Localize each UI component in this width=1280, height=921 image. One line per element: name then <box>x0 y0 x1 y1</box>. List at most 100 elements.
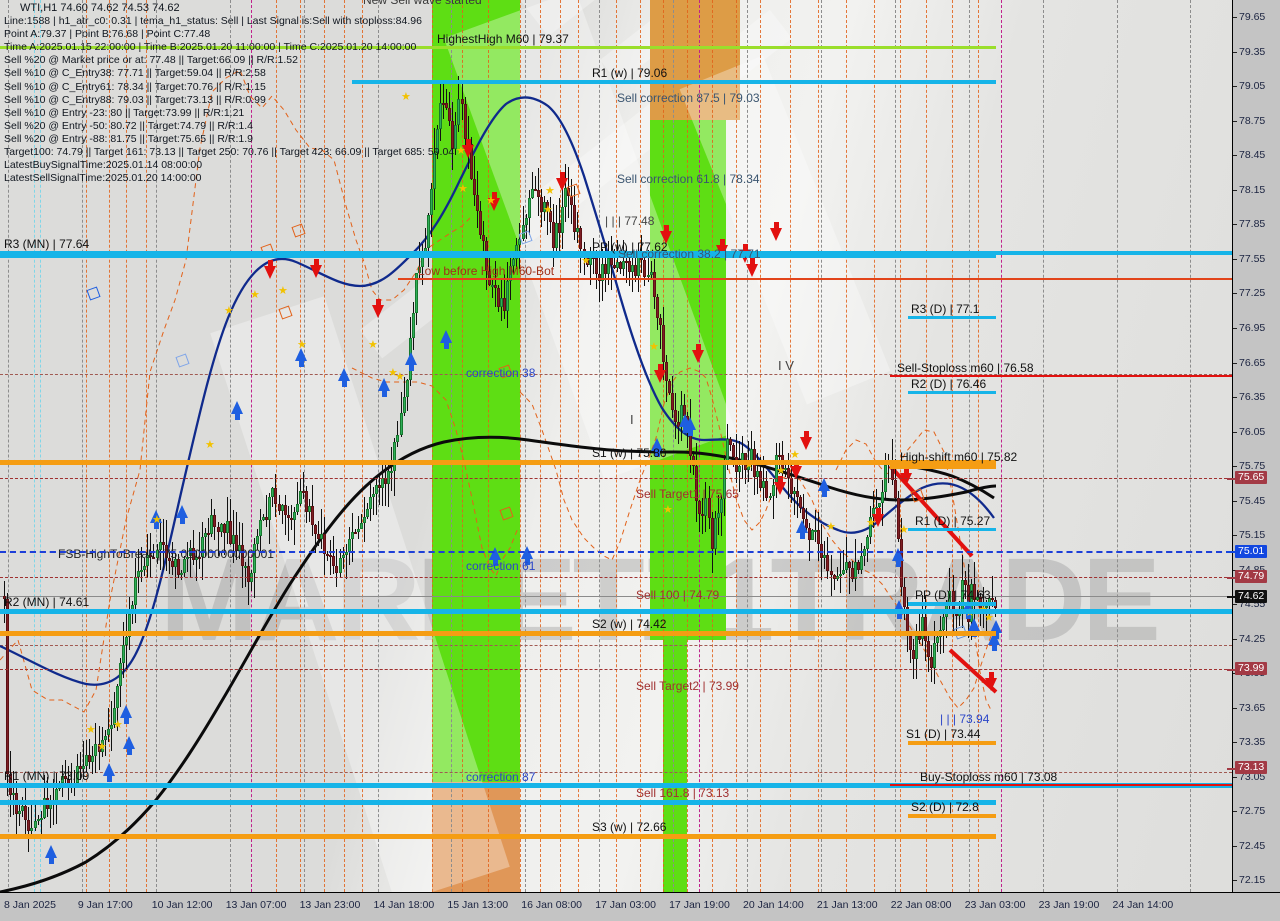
buy-arrow-16-stem <box>687 429 693 436</box>
level-label: S1 (w) | 75.86 <box>592 446 667 460</box>
price-tick-label: 76.65 <box>1239 356 1266 369</box>
level-label: Buy-Stoploss m60 | 73.08 <box>920 770 1058 784</box>
candle-body <box>6 598 9 775</box>
candle-body <box>732 444 735 458</box>
time-tick: 9 Jan 17:00 <box>77 899 133 911</box>
sell-arrow-15-stem <box>875 508 881 515</box>
level-label: | | | 77.48 <box>605 214 655 228</box>
candle-body <box>647 274 650 277</box>
time-tick: 14 Jan 18:00 <box>373 899 435 911</box>
signal-star-4: ★ <box>368 339 378 351</box>
price-tick-label: 76.35 <box>1239 391 1266 404</box>
sell-arrow-9-stem <box>719 239 725 246</box>
signal-star-16: ★ <box>543 204 553 216</box>
buy-arrow-21-stem <box>991 644 997 651</box>
level-label: R3 (MN) | 77.64 <box>4 237 90 251</box>
candle-body <box>40 818 43 821</box>
fractal-envelope-lower <box>519 367 995 709</box>
header-line-1: Point A:79.37 | Point B:76.68 | Point C:… <box>4 28 211 41</box>
candle-body <box>91 756 94 763</box>
candle-body <box>406 380 409 398</box>
buy-arrow-8-stem <box>341 380 347 387</box>
price-badge-sell-161: 73.13 <box>1235 761 1268 775</box>
time-tick: 10 Jan 12:00 <box>151 899 213 911</box>
candle-body <box>579 227 582 250</box>
candle-body <box>427 214 430 249</box>
chart-plot-area[interactable]: MARKETZ1TRADE ★★★★★★★★★★★★★★★★★★★★★★ <box>0 0 1232 892</box>
sell-arrow-17 <box>985 678 997 691</box>
sell-arrow-14 <box>800 437 812 450</box>
signal-star-2: ★ <box>224 305 234 317</box>
candle-body <box>274 488 277 504</box>
candle-body <box>296 504 299 513</box>
signal-star-9: ★ <box>113 719 123 731</box>
candle-wick <box>888 453 889 484</box>
candle-body <box>933 643 936 669</box>
chart-header-info: WTI,H1 74.60 74.62 74.53 74.62 Line:1588 … <box>4 2 454 185</box>
sell-arrow-17-stem <box>988 672 994 679</box>
level-label: R1 (D) | 75.27 <box>915 514 991 528</box>
price-tick-label: 79.65 <box>1239 11 1266 24</box>
signal-star-23: ★ <box>826 521 836 533</box>
time-tick: 13 Jan 07:00 <box>225 899 287 911</box>
level-label: R2 (D) | 76.46 <box>911 377 987 391</box>
candle-body <box>180 573 183 576</box>
level-line-8 <box>398 278 1232 280</box>
level-label: Sell 100 | 74.79 <box>636 588 720 602</box>
candle-body <box>476 195 479 212</box>
candle-body <box>738 465 741 472</box>
price-badge-fsb-high-to-break: 75.01 <box>1235 544 1268 558</box>
sell-arrow-11-stem <box>773 222 779 229</box>
candle-wick <box>321 509 322 550</box>
sell-arrow-16 <box>900 473 912 486</box>
header-line-11: LatestBuySignalTime:2025.01.14 08:00:00 <box>4 159 203 172</box>
sell-arrow-14-stem <box>803 431 809 438</box>
candle-body <box>561 206 564 234</box>
price-axis[interactable]: 79.65 79.35 79.05 78.75 78.45 78.15 77.85 77.55… <box>1227 0 1280 892</box>
candle-wick <box>535 176 536 190</box>
price-tick-label: 76.05 <box>1239 425 1266 438</box>
sell-arrow-8-stem <box>663 225 669 232</box>
level-label: Sell Target2 | 73.99 <box>636 679 739 693</box>
candle-body <box>284 505 287 516</box>
time-tick: 23 Jan 19:00 <box>1038 899 1100 911</box>
price-tick-label: 72.15 <box>1239 874 1266 887</box>
candle-wick <box>19 802 20 827</box>
candle-body <box>698 501 701 515</box>
level-dotted-22 <box>0 668 1232 670</box>
level-line-20 <box>908 602 996 606</box>
level-line-21 <box>0 631 996 636</box>
time-tick: 17 Jan 19:00 <box>669 899 730 911</box>
candle-wick <box>651 261 652 280</box>
time-axis[interactable]: 8 Jan 2025 9 Jan 17:00 10 Jan 12:00 13 Jan … <box>0 892 1280 921</box>
candle-wick <box>330 539 331 576</box>
candle-body <box>704 498 707 517</box>
candle-body <box>799 497 802 509</box>
price-tick-label: 79.05 <box>1239 80 1266 93</box>
price-tick-label: 72.45 <box>1239 839 1266 852</box>
price-badge-last-price: 74.62 <box>1235 589 1268 603</box>
candle-body <box>765 481 768 498</box>
time-tick: 15 Jan 13:00 <box>447 899 509 911</box>
price-tick-label: 77.25 <box>1239 287 1266 300</box>
candle-body <box>354 531 357 534</box>
candle-body <box>662 324 665 363</box>
candle-body <box>936 636 939 644</box>
candle-body <box>363 516 366 523</box>
candle-body <box>894 479 897 499</box>
level-line-6 <box>0 254 996 258</box>
signal-star-3: ★ <box>278 285 288 297</box>
candle-body <box>140 569 143 572</box>
level-label: HighestHigh M60 | 79.37 <box>437 32 569 46</box>
candle-body <box>104 735 107 740</box>
candle-body <box>430 189 433 215</box>
price-badge-sell-target: 75.65 <box>1235 471 1268 485</box>
header-line-2: Time A:2025.01.15 22:00:00 | Time B:2025… <box>4 41 417 54</box>
candle-body <box>393 442 396 471</box>
time-tick: 16 Jan 08:00 <box>521 899 583 911</box>
level-label: Sell-Stoploss m60 | 76.58 <box>897 361 1034 375</box>
price-tick-label: 76.95 <box>1239 322 1266 335</box>
candle-body <box>250 573 253 583</box>
price-tick-label: 77.85 <box>1239 218 1266 231</box>
level-label: Sell 161.8 | 73.13 <box>636 786 730 800</box>
